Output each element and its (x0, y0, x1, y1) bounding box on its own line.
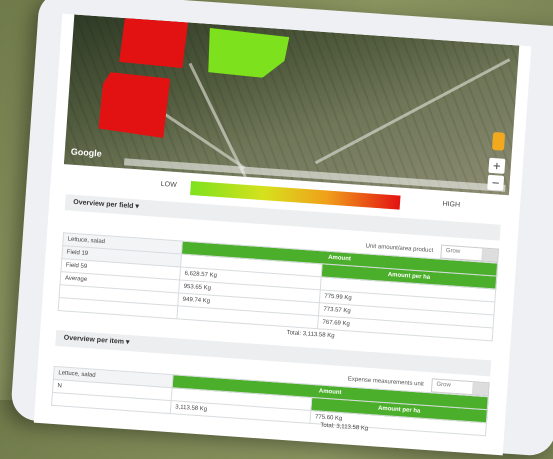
google-logo: Google (70, 146, 103, 159)
legend-low-label: LOW (160, 180, 177, 189)
overview-per-item: Overview per item ▾ Expense measurements… (51, 329, 492, 436)
field-overlay-red[interactable] (98, 72, 170, 139)
street-view-pegman-icon[interactable] (491, 131, 506, 151)
map-road (314, 58, 511, 165)
tablet-frame: + − Google LOW HIGH Overview per field ▾… (10, 0, 553, 457)
field-overlay-red[interactable] (119, 18, 188, 68)
map-road (188, 62, 279, 196)
legend-high-label: HIGH (442, 200, 461, 209)
filter-label: Unit amount/area product (365, 243, 434, 255)
per-field-total: Total: 3,113.58 Kg (286, 330, 335, 340)
field-overlay-green[interactable] (207, 28, 290, 79)
app-screen: + − Google LOW HIGH Overview per field ▾… (33, 13, 532, 456)
per-item-table: Lettuce, salad Amount N Amount per ha 3,… (51, 366, 489, 436)
zoom-in-button[interactable]: + (488, 157, 506, 174)
satellite-map[interactable]: + − Google (63, 14, 520, 196)
chevron-down-icon: ▾ (135, 203, 140, 211)
section-title: Overview per item (63, 334, 125, 346)
chevron-down-icon: ▾ (125, 338, 130, 347)
section-title: Overview per field (73, 198, 134, 211)
toggle-knob[interactable] (481, 248, 499, 262)
toggle-label: Grow (436, 381, 451, 389)
section-header[interactable]: Overview per item ▾ (55, 329, 492, 377)
filter-label: Expense measurements unit (347, 376, 424, 388)
toggle-knob[interactable] (471, 382, 489, 396)
toggle-label: Grow (445, 247, 461, 255)
